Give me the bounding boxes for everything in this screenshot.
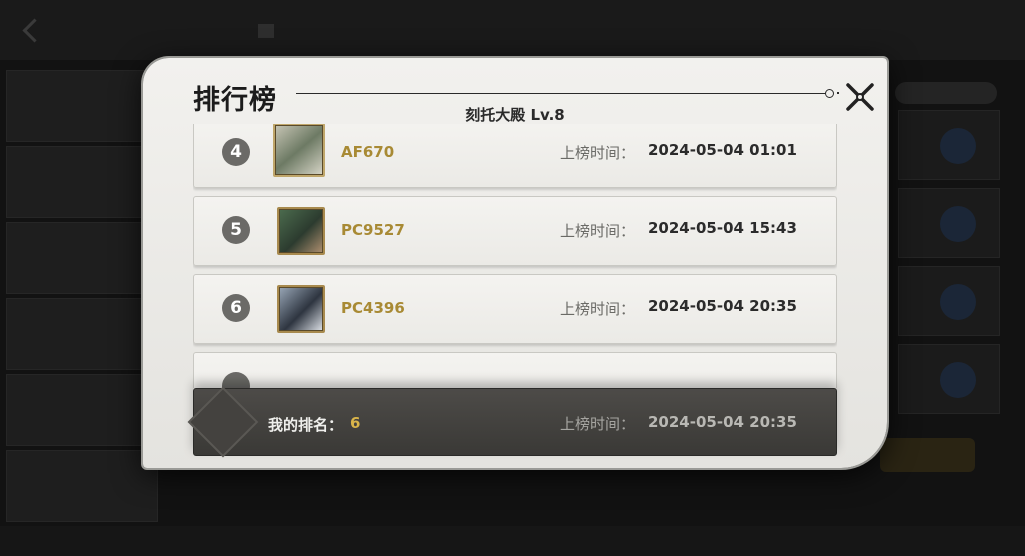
time-value: 2024-05-04 01:01 [648, 141, 797, 159]
time-label: 上榜时间： [560, 300, 636, 318]
rank-badge: 5 [222, 216, 250, 244]
my-time-value: 2024-05-04 20:35 [648, 413, 797, 431]
gem-icon [940, 206, 976, 242]
background-right-list [880, 70, 1000, 500]
background-tile [6, 222, 158, 294]
gem-icon [940, 362, 976, 398]
my-rank-bar: 我的排名： 6 上榜时间： 2024-05-04 20:35 [187, 386, 837, 458]
player-avatar[interactable] [277, 285, 325, 333]
stage-subtitle: 刻托大殿 Lv.8 [465, 106, 565, 124]
background-gold-button [880, 438, 975, 472]
divider-dot-icon [837, 92, 839, 94]
my-rank-label: 我的排名： [268, 416, 344, 434]
time-value: 2024-05-04 15:43 [648, 219, 797, 237]
player-avatar[interactable] [273, 124, 325, 177]
time-label: 上榜时间： [560, 222, 636, 240]
background-bottom-bar [0, 526, 1025, 556]
ranking-row[interactable]: 4 AF670 上榜时间： 2024-05-04 01:01 [193, 124, 837, 188]
title-divider [296, 93, 826, 94]
divider-ring-icon [825, 89, 834, 98]
time-label: 上榜时间： [560, 144, 636, 162]
player-name: PC9527 [341, 221, 405, 239]
background-tile [6, 146, 158, 218]
player-avatar[interactable] [277, 207, 325, 255]
ranking-row[interactable]: 5 PC9527 上榜时间： 2024-05-04 15:43 [193, 196, 837, 266]
leaderboard-popup: 排行榜 刻托大殿 Lv.8 4 AF670 上榜时间： 2024-05-04 0… [143, 58, 887, 468]
ranking-list[interactable]: 4 AF670 上榜时间： 2024-05-04 01:01 5 PC9527 … [193, 124, 837, 388]
home-icon [258, 24, 274, 38]
rank-badge [222, 372, 250, 388]
ranking-row[interactable]: 6 PC4396 上榜时间： 2024-05-04 20:35 [193, 274, 837, 344]
background-tile [6, 298, 158, 370]
my-time-label: 上榜时间： [560, 415, 636, 433]
time-value: 2024-05-04 20:35 [648, 297, 797, 315]
background-tile [6, 70, 158, 142]
rank-emblem-icon [187, 386, 259, 458]
background-top-bar [0, 0, 1025, 60]
player-name: PC4396 [341, 299, 405, 317]
ranking-row-partial[interactable] [193, 352, 837, 388]
background-tile [6, 374, 158, 446]
gem-icon [940, 284, 976, 320]
background-left-list [6, 70, 158, 522]
player-name: AF670 [341, 143, 395, 161]
my-rank-value: 6 [350, 414, 361, 432]
background-tile [6, 450, 158, 522]
rank-badge: 4 [222, 138, 250, 166]
gem-icon [940, 128, 976, 164]
rank-badge: 6 [222, 294, 250, 322]
